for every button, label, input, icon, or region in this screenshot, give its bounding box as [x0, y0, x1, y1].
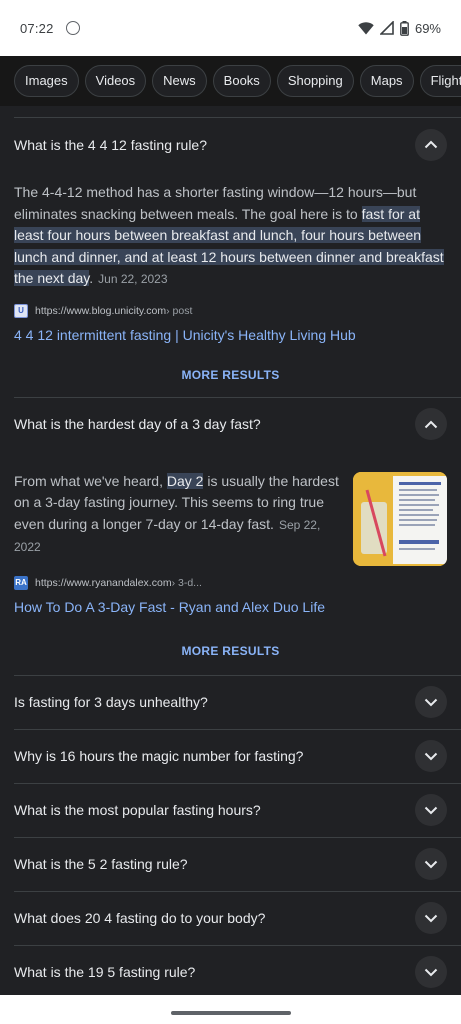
faq-question-8[interactable]: What is the 19 5 fasting rule?: [0, 946, 461, 999]
chevron-down-icon[interactable]: [415, 686, 447, 718]
answer-text-end: .: [89, 270, 94, 286]
faq-question-6[interactable]: What is the 5 2 fasting rule?: [0, 838, 461, 891]
wifi-icon: [358, 21, 374, 35]
answer-date: Jun 22, 2023: [98, 272, 168, 286]
ryan-alex-favicon-icon: RA: [14, 575, 28, 590]
chip-images[interactable]: Images: [14, 65, 79, 97]
question-text: What is the 4 4 12 fasting rule?: [14, 136, 207, 153]
status-bar: 07:22 69%: [0, 0, 461, 56]
status-icons: 69%: [358, 20, 441, 36]
source-1[interactable]: U https://www.blog.unicity.com › post: [0, 303, 461, 318]
faq-answer-1: The 4-4-12 method has a shorter fasting …: [0, 182, 461, 291]
chip-news[interactable]: News: [152, 65, 207, 97]
chevron-down-icon[interactable]: [415, 902, 447, 934]
question-text: Why is 16 hours the magic number for fas…: [14, 748, 304, 764]
question-text: What is the 19 5 fasting rule?: [14, 964, 196, 980]
question-text: What is the 5 2 fasting rule?: [14, 856, 188, 872]
question-text: What is the most popular fasting hours?: [14, 802, 261, 818]
chip-flights[interactable]: Flights: [419, 65, 461, 97]
faq-question-7[interactable]: What does 20 4 fasting do to your body?: [0, 892, 461, 945]
chip-maps[interactable]: Maps: [359, 65, 414, 97]
unicity-favicon-icon: U: [14, 303, 28, 318]
source-2[interactable]: RA https://www.ryanandalex.com › 3-d...: [0, 575, 461, 590]
chip-books[interactable]: Books: [212, 65, 271, 97]
chevron-down-icon[interactable]: [415, 956, 447, 988]
faq-question-2[interactable]: What is the hardest day of a 3 day fast?: [0, 398, 461, 451]
source-path: › post: [166, 304, 193, 317]
question-text: What is the hardest day of a 3 day fast?: [14, 416, 261, 432]
chevron-up-icon[interactable]: [415, 408, 447, 440]
answer-highlight: Day 2: [166, 472, 204, 489]
result-thumbnail[interactable]: [353, 471, 447, 566]
chevron-down-icon[interactable]: [415, 740, 447, 772]
answer-text: From what we've heard,: [14, 472, 167, 489]
faq-question-3[interactable]: Is fasting for 3 days unhealthy?: [0, 676, 461, 729]
battery-icon: [400, 20, 409, 36]
faq-question-1[interactable]: What is the 4 4 12 fasting rule?: [0, 118, 461, 171]
navigation-bar: [0, 995, 461, 1024]
source-url: https://www.ryanandalex.com: [35, 576, 172, 589]
status-time: 07:22: [20, 20, 54, 36]
home-gesture-handle[interactable]: [170, 1011, 291, 1015]
answer-text: The 4-4-12 method has a shorter fasting …: [14, 184, 417, 222]
more-results-button[interactable]: MORE RESULTS: [0, 644, 461, 658]
faq-question-5[interactable]: What is the most popular fasting hours?: [0, 784, 461, 837]
result-link-2[interactable]: How To Do A 3-Day Fast - Ryan and Alex D…: [0, 599, 461, 615]
answer-text-block: From what we've heard, Day 2 is usually …: [14, 471, 353, 566]
notification-icon: [65, 21, 80, 35]
more-results-button[interactable]: MORE RESULTS: [0, 368, 461, 382]
filter-chips-bar: Images Videos News Books Shopping Maps F…: [0, 56, 461, 106]
result-link-1[interactable]: 4 4 12 intermittent fasting | Unicity's …: [0, 327, 461, 343]
question-text: Is fasting for 3 days unhealthy?: [14, 694, 208, 710]
chip-shopping[interactable]: Shopping: [276, 65, 354, 97]
chevron-down-icon[interactable]: [415, 848, 447, 880]
chevron-up-icon[interactable]: [415, 128, 447, 161]
question-text: What does 20 4 fasting do to your body?: [14, 910, 266, 926]
chevron-down-icon[interactable]: [415, 794, 447, 826]
battery-percent: 69%: [414, 20, 441, 36]
people-also-ask: What is the 4 4 12 fasting rule? The 4-4…: [0, 106, 461, 999]
chip-videos[interactable]: Videos: [84, 65, 147, 97]
cell-signal-icon: [379, 21, 394, 35]
faq-question-4[interactable]: Why is 16 hours the magic number for fas…: [0, 730, 461, 783]
source-url: https://www.blog.unicity.com: [35, 304, 167, 317]
faq-answer-2: From what we've heard, Day 2 is usually …: [0, 471, 461, 566]
source-path: › 3-d...: [171, 576, 202, 589]
